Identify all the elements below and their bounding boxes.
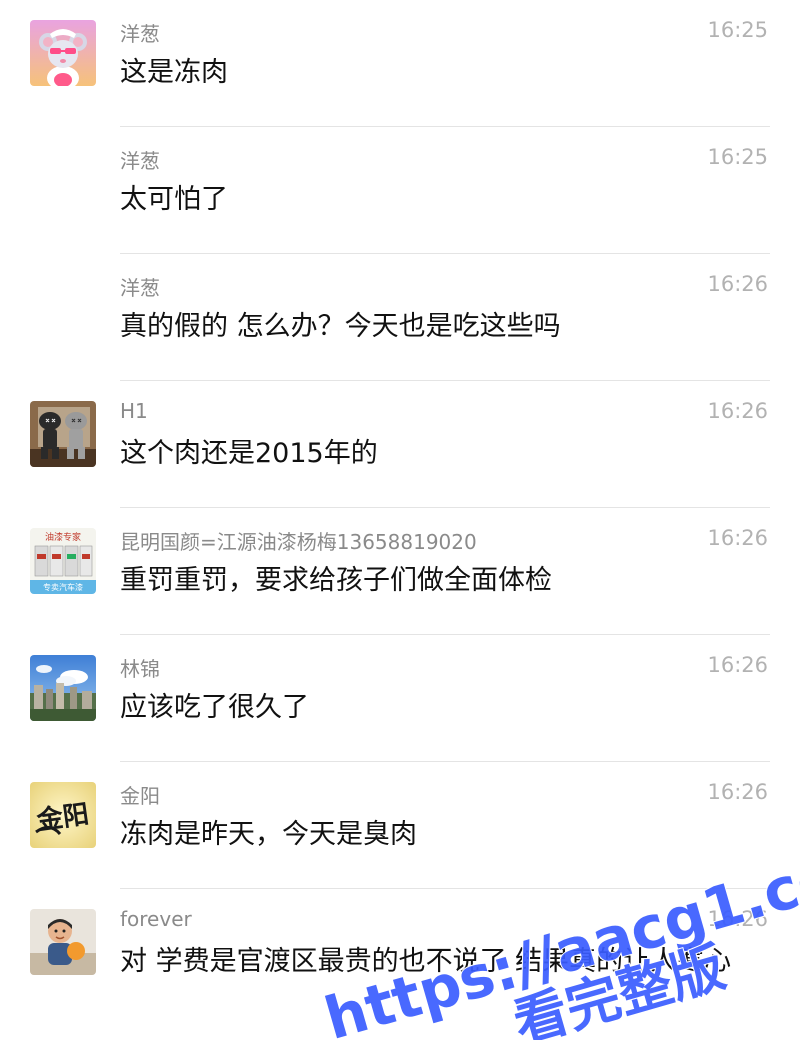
avatar[interactable] xyxy=(30,20,96,86)
message-time: 16:26 xyxy=(707,907,768,931)
mouse-avatar-icon xyxy=(30,20,96,86)
sender-name[interactable]: 洋葱 xyxy=(120,145,160,174)
message-text: 冻肉是昨天，今天是臭肉 xyxy=(120,819,417,850)
sender-name[interactable]: 洋葱 xyxy=(120,18,160,47)
message-time: 16:26 xyxy=(707,272,768,296)
message-time: 16:26 xyxy=(707,399,768,423)
calligraphy-avatar-icon: 金阳 xyxy=(30,782,96,848)
svg-text:油漆专家: 油漆专家 xyxy=(45,531,81,543)
chat-message[interactable]: 洋葱 16:26 真的假的 怎么办？今天也是吃这些吗 xyxy=(0,254,800,381)
avatar[interactable]: 油漆专家 专卖汽车漆 xyxy=(30,528,96,594)
chat-message[interactable]: 洋葱 16:25 这是冻肉 xyxy=(0,0,800,127)
sender-name[interactable]: forever xyxy=(120,907,192,931)
figurines-avatar-icon xyxy=(30,401,96,467)
message-text: 真的假的 怎么办？今天也是吃这些吗 xyxy=(120,311,561,342)
message-time: 16:26 xyxy=(707,653,768,677)
sender-name[interactable]: 林锦 xyxy=(120,653,160,682)
svg-text:专卖汽车漆: 专卖汽车漆 xyxy=(43,582,83,592)
message-time: 16:25 xyxy=(707,145,768,169)
avatar[interactable] xyxy=(30,401,96,467)
sender-name[interactable]: 洋葱 xyxy=(120,272,160,301)
message-text: 对 学费是官渡区最贵的也不说了 结果真的让人寒心 xyxy=(120,946,732,977)
message-text: 重罚重罚，要求给孩子们做全面体检 xyxy=(120,565,552,596)
avatar[interactable] xyxy=(30,909,96,975)
child-photo-avatar-icon xyxy=(30,909,96,975)
chat-message[interactable]: 洋葱 16:25 太可怕了 xyxy=(0,127,800,254)
chat-message[interactable]: forever 16:26 对 学费是官渡区最贵的也不说了 结果真的让人寒心 xyxy=(0,889,800,1053)
sender-name[interactable]: H1 xyxy=(120,399,148,423)
paint-shop-avatar-icon: 油漆专家 专卖汽车漆 xyxy=(30,528,96,594)
avatar[interactable] xyxy=(30,655,96,721)
message-text: 应该吃了很久了 xyxy=(120,692,309,723)
sender-name[interactable]: 金阳 xyxy=(120,780,160,809)
message-time: 16:26 xyxy=(707,526,768,550)
avatar[interactable]: 金阳 xyxy=(30,782,96,848)
city-sky-avatar-icon xyxy=(30,655,96,721)
message-time: 16:25 xyxy=(707,18,768,42)
chat-message[interactable]: H1 16:26 这个肉还是2015年的 xyxy=(0,381,800,508)
message-text: 太可怕了 xyxy=(120,184,228,215)
message-text: 这是冻肉 xyxy=(120,57,228,88)
chat-message[interactable]: 金阳 金阳 16:26 冻肉是昨天，今天是臭肉 xyxy=(0,762,800,889)
sender-name[interactable]: 昆明国颜=江源油漆杨梅13658819020 xyxy=(120,526,477,555)
chat-message[interactable]: 林锦 16:26 应该吃了很久了 xyxy=(0,635,800,762)
message-text: 这个肉还是2015年的 xyxy=(120,438,378,469)
message-time: 16:26 xyxy=(707,780,768,804)
chat-message[interactable]: 油漆专家 专卖汽车漆 昆明国颜=江源油漆杨梅13658819020 16:26 … xyxy=(0,508,800,635)
